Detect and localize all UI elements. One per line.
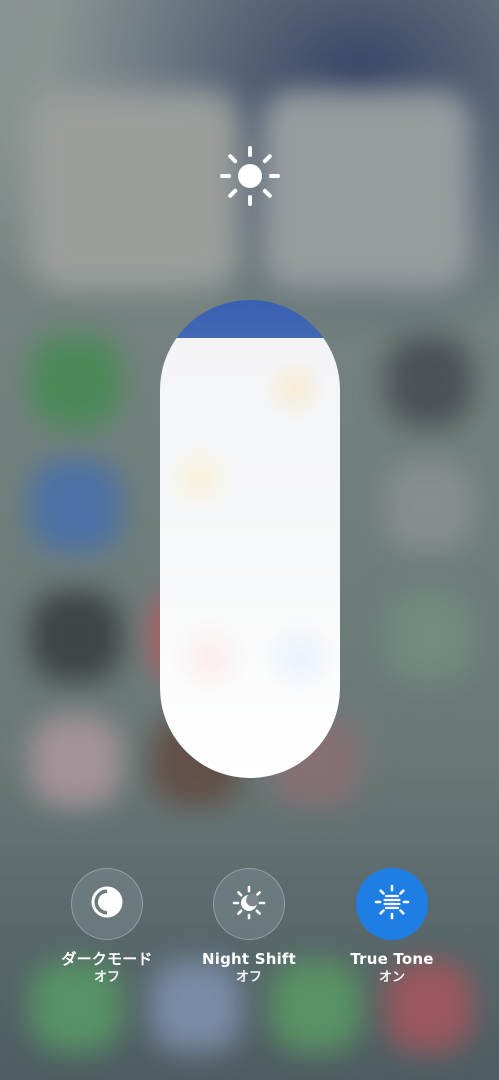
night-shift-label: Night Shift (201, 950, 297, 968)
slider-empty-track (160, 300, 340, 340)
dark-mode-icon (89, 884, 125, 924)
display-toggles: ダークモード オフ Night Shift オフ True Tone オン (0, 868, 499, 998)
sun-icon (219, 145, 281, 207)
dark-mode-button[interactable] (71, 868, 143, 940)
true-tone-icon (374, 884, 410, 924)
slider-fill (160, 338, 340, 778)
brightness-slider[interactable] (160, 300, 340, 778)
night-shift-state: オフ (235, 970, 262, 985)
true-tone-label: True Tone (350, 950, 434, 968)
true-tone-toggle[interactable]: True Tone オン (317, 868, 467, 986)
dark-mode-state: オフ (93, 970, 120, 985)
night-shift-icon (231, 884, 267, 924)
dark-mode-label: ダークモード (61, 950, 153, 968)
night-shift-button[interactable] (213, 868, 285, 940)
night-shift-toggle[interactable]: Night Shift オフ (174, 868, 324, 986)
true-tone-state: オン (378, 970, 405, 985)
true-tone-button[interactable] (356, 868, 428, 940)
dark-mode-toggle[interactable]: ダークモード オフ (32, 868, 182, 986)
